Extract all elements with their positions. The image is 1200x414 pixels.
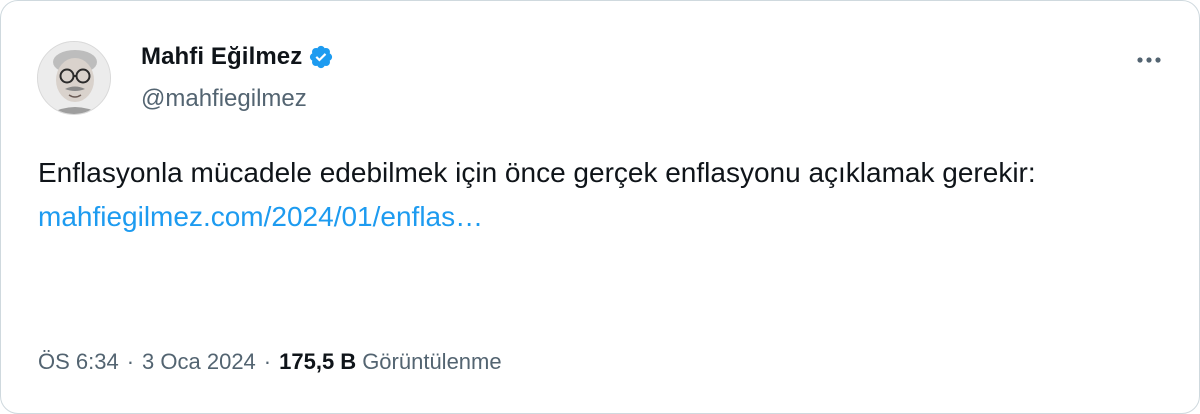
tweet-text: Enflasyonla mücadele edebilmek için önce… — [38, 157, 1036, 188]
tweet-date[interactable]: 3 Oca 2024 — [142, 349, 256, 375]
more-options-button[interactable] — [1129, 45, 1169, 75]
author-name[interactable]: Mahfi Eğilmez — [141, 43, 302, 71]
tweet-link[interactable]: mahfiegilmez.com/2024/01/enflas… — [38, 195, 1168, 239]
author-handle[interactable]: @mahfiegilmez — [141, 85, 307, 113]
more-icon — [1137, 57, 1161, 63]
tweet-meta: ÖS 6:34 · 3 Oca 2024 · 175,5 B Görüntüle… — [38, 349, 502, 375]
tweet-body: Enflasyonla mücadele edebilmek için önce… — [38, 151, 1168, 239]
author-avatar[interactable] — [37, 41, 111, 115]
views-label: Görüntülenme — [362, 349, 502, 374]
author-name-row[interactable]: Mahfi Eğilmez — [141, 43, 334, 71]
views-count[interactable]: 175,5 B — [279, 349, 356, 375]
tweet-card: Mahfi Eğilmez @mahfiegilmez Enflasyonla … — [0, 0, 1200, 414]
avatar-photo-icon — [38, 42, 110, 114]
tweet-time[interactable]: ÖS 6:34 — [38, 349, 119, 375]
verified-badge-icon — [310, 45, 333, 69]
meta-separator: · — [126, 349, 135, 374]
meta-separator: · — [263, 349, 272, 374]
